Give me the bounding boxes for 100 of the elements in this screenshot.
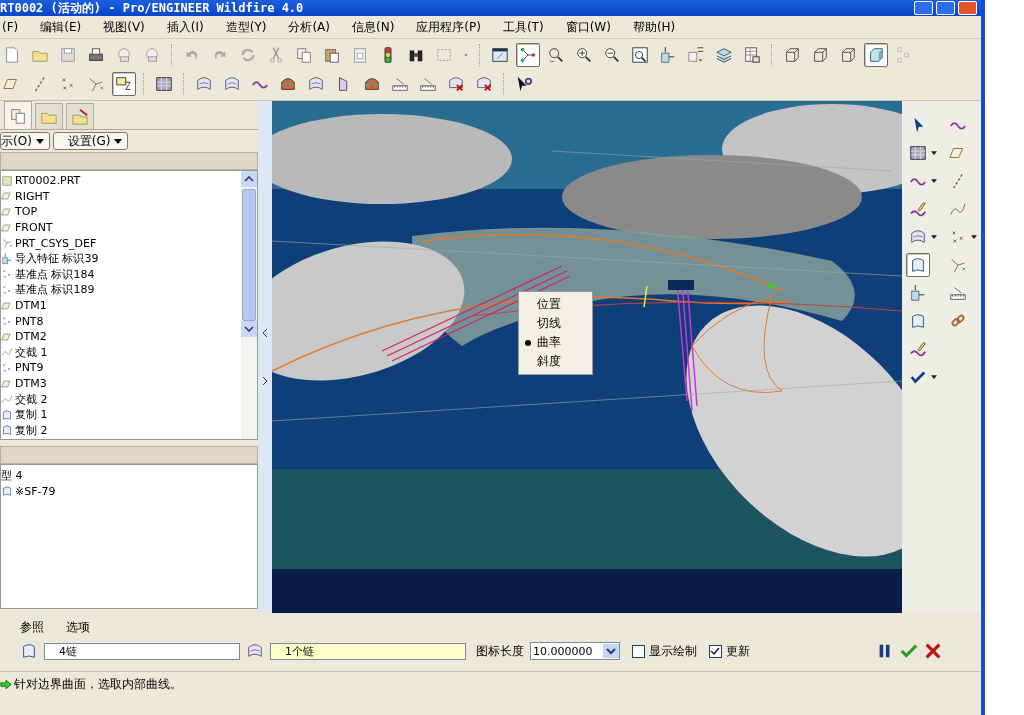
curve-icon [1,346,13,359]
tree-item[interactable]: PNT8 [15,314,44,328]
table-icon [743,46,761,64]
menu-item[interactable]: 插入(I) [164,18,206,36]
checkmark-icon [710,645,720,656]
help-cursor-icon [515,75,533,93]
coordinate-system-icon [949,256,967,274]
collector-item[interactable]: ※SF-79 [15,484,56,498]
datum-plane-icon [1,377,13,390]
maximize-button[interactable] [936,1,955,15]
glyph-length-dropdown[interactable]: 10.000000 [530,642,620,660]
menu-item[interactable]: 位置 [519,295,592,314]
datum-plane-icon [1,221,13,234]
selection-box-icon [435,46,453,64]
caret-icon [35,138,44,144]
tree-item[interactable]: 导入特征 标识39 [15,251,99,267]
remove-surface-icon [447,75,465,93]
datum-points-icon [1,283,13,296]
colored-surface-icon [279,75,297,93]
menu-item[interactable]: 斜度 [519,352,592,371]
menu-item[interactable]: 曲率 [519,333,592,352]
window-title: RT0002 (活动的) - Pro/ENGINEER Wildfire 4.0 [0,0,304,16]
minimize-button[interactable] [914,1,933,15]
datum-points-icon [1,315,13,328]
tree-item[interactable]: DTM1 [15,299,47,313]
curve-icon [1,393,13,406]
arrow-icon [0,678,12,690]
close-icon[interactable] [924,642,942,660]
boundary-surface-icon [1,408,13,421]
tree-item[interactable]: TOP [15,205,37,219]
layers-icon [715,46,733,64]
caret-icon[interactable] [931,235,937,239]
surface-icon [246,642,264,660]
menu-item[interactable]: 应用程序(P) [414,18,483,36]
ruler-icon [391,75,409,93]
grid-icon [155,75,173,93]
tree-item[interactable]: DTM2 [15,330,47,344]
datum-points-icon [1,268,13,281]
caret-icon[interactable] [931,375,937,379]
datum-plane-icon [1,190,13,203]
tree-item[interactable]: 复制 1 [15,407,48,423]
checkbox[interactable] [632,644,645,658]
dropdown-button[interactable]: 设置(G) [52,132,129,150]
menu-item[interactable]: (F) [0,20,21,34]
connected-nodes-button[interactable] [516,43,540,67]
menu-item[interactable]: 切线 [519,314,592,333]
menu-item[interactable]: 编辑(E) [38,18,84,36]
tree-item[interactable]: 交截 1 [15,344,48,360]
dropdown-button[interactable]: 示(O) [0,132,50,150]
shaded-cube-button[interactable] [864,43,888,67]
close-button[interactable] [958,1,977,15]
checkbox[interactable] [709,644,722,658]
tree-item[interactable]: 复制 2 [15,422,48,438]
surface-icon [909,228,927,246]
tree-item[interactable]: PRT_CSYS_DEF [15,236,97,250]
menu-item[interactable]: 造型(Y) [223,18,269,36]
boundary-surface-button[interactable] [906,253,930,277]
zoom-out-icon [603,46,621,64]
caret-icon[interactable] [931,179,937,183]
tree-item[interactable]: 交截 2 [15,391,48,407]
tree-item[interactable]: 基准点 标识189 [15,282,95,298]
menu-item[interactable]: 帮助(H) [630,18,678,36]
printer-icon [87,46,105,64]
coordinate-system-icon [87,75,105,93]
checkmark-icon[interactable] [900,642,918,660]
folder-hammer-tab[interactable] [66,103,94,129]
caret-icon[interactable] [931,151,937,155]
copy-tab[interactable] [4,101,32,129]
tree-item[interactable]: RIGHT [15,189,50,203]
tree-item[interactable]: DTM3 [15,377,47,390]
tree-item[interactable]: RT0002.PRT [15,174,81,188]
checkbox-option[interactable]: 更新 [709,642,750,660]
caret-icon[interactable] [971,235,977,239]
tree-item[interactable]: PNT9 [15,361,44,375]
regenerate-icon [239,46,257,64]
scroll-up-icon [244,176,254,182]
connected-nodes-icon [519,46,537,64]
collector-item[interactable]: 型 4 [1,468,257,484]
internal-curves-field[interactable]: 1个链 [270,642,466,660]
menu-item[interactable]: 信息(N) [350,18,397,36]
scrollbar-thumb[interactable] [242,189,256,321]
clipboard-icon [351,46,369,64]
menu-item[interactable]: 视图(V) [101,18,147,36]
annotation-button[interactable] [112,72,136,96]
dashboard-tab[interactable]: 参照 [20,619,44,636]
menu-item[interactable]: 窗口(W) [563,18,613,36]
shaded-cube-icon [867,46,885,64]
boundary-surface-icon [1,424,13,437]
scroll-down-icon [244,326,254,332]
checkbox-option[interactable]: 显示绘制 [632,642,697,660]
wireframe-cube-icon [811,46,829,64]
menu-item[interactable]: 工具(T) [500,18,546,36]
ruler-icon [419,75,437,93]
part-icon [1,174,13,187]
chain-collector-field[interactable]: 4链 [44,642,240,660]
tree-item[interactable]: FRONT [15,221,53,235]
dashboard-tab[interactable]: 选项 [66,619,90,636]
tree-item[interactable]: 基准点 标识184 [15,266,95,282]
scrollbar[interactable] [241,171,257,439]
menu-item[interactable]: 分析(A) [286,18,332,36]
